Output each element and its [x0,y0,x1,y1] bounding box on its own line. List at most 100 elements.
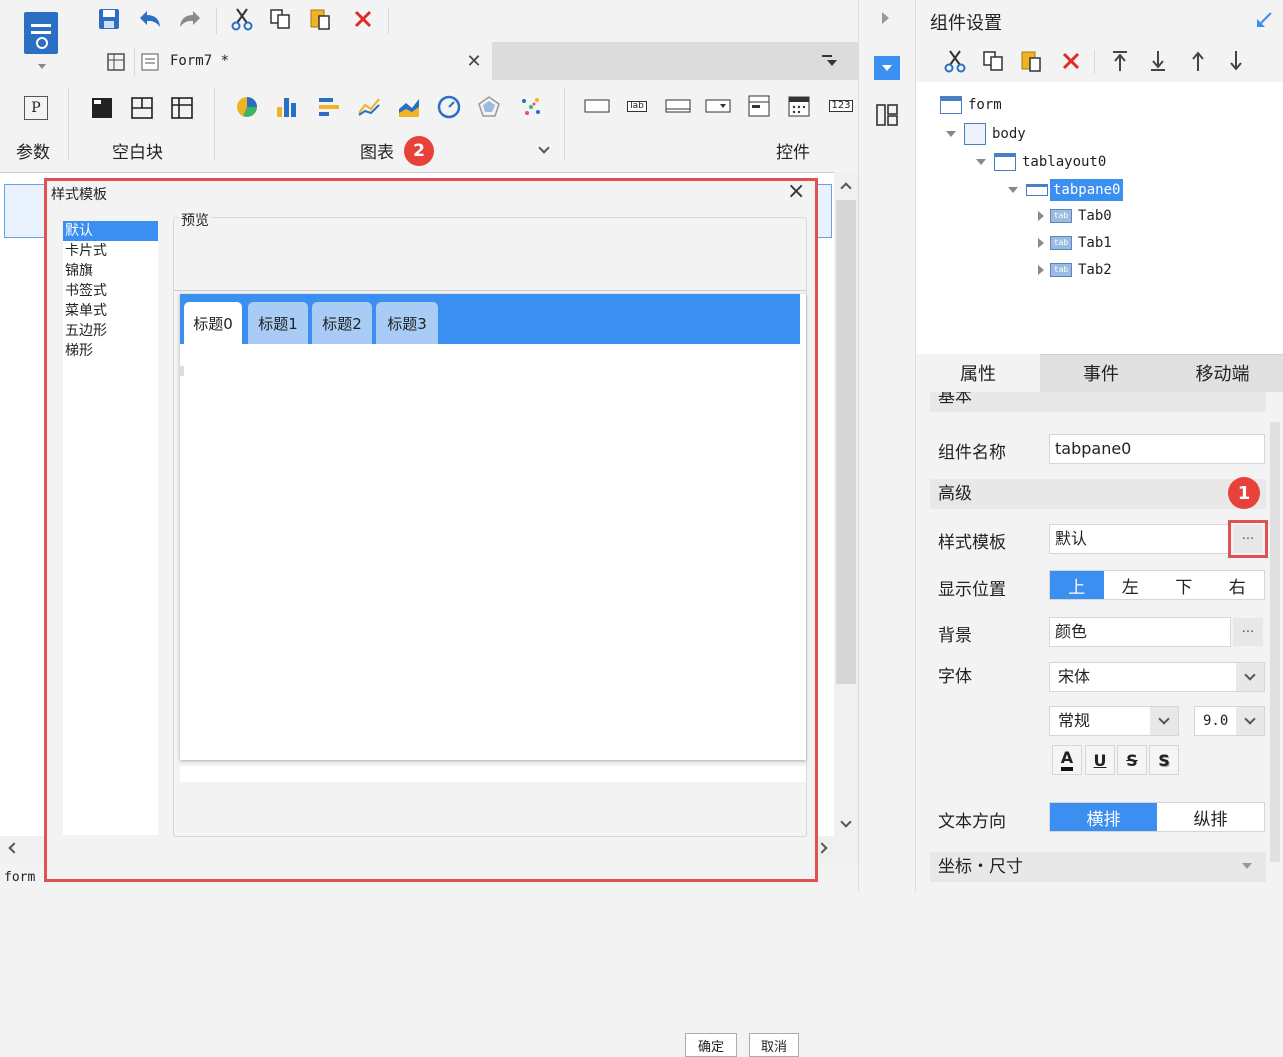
style-template-ellipsis-button[interactable]: ··· [1233,525,1263,553]
file-tab[interactable]: Form7 * ✕ [94,42,492,80]
date-widget-icon[interactable] [786,94,812,118]
redo-icon[interactable] [176,6,204,32]
tree-label-body: body [992,126,1026,142]
panel-copy-icon[interactable] [980,48,1006,74]
paste-icon[interactable] [306,6,334,32]
expand-body-icon[interactable] [946,131,956,137]
tree-node-body[interactable]: body [946,122,1026,146]
label-widget-icon[interactable]: lab [624,96,650,116]
font-size-select[interactable]: 9.0 [1194,706,1265,736]
template-item-trapezoid[interactable]: 梯形 [63,341,158,361]
tab-events[interactable]: 事件 [1040,354,1162,392]
font-color-button[interactable]: A [1052,745,1082,775]
app-menu-icon[interactable] [24,12,58,54]
template-item-card[interactable]: 卡片式 [63,241,158,261]
tree-node-tab1[interactable]: tab Tab1 [1038,231,1112,255]
tab-list-icon[interactable] [820,52,840,70]
move-bottom-icon[interactable] [1146,48,1170,74]
tab-properties[interactable]: 属性 [916,354,1040,392]
strikethrough-button[interactable]: S [1117,745,1147,775]
background-ellipsis-button[interactable]: ··· [1233,618,1263,646]
canvas-vscrollbar[interactable] [834,172,858,836]
section-advanced[interactable]: 高级 [930,479,1266,509]
position-top[interactable]: 上 [1050,571,1104,599]
radar-chart-icon[interactable] [476,94,502,120]
props-scrollbar[interactable] [1270,422,1280,862]
param-icon[interactable]: P [24,96,48,120]
text-widget-icon[interactable] [584,96,610,116]
direction-vertical[interactable]: 纵排 [1157,803,1264,831]
scroll-up-icon[interactable] [838,178,854,194]
move-down-icon[interactable] [1224,48,1248,74]
tree-node-tab0[interactable]: tab Tab0 [1038,204,1112,228]
layout-panel-icon[interactable] [874,102,900,128]
name-field[interactable]: tabpane0 [1049,434,1265,464]
position-right[interactable]: 右 [1211,571,1265,599]
shadow-button[interactable]: S [1149,745,1179,775]
component-settings-toggle[interactable] [874,56,900,80]
save-icon[interactable] [96,6,122,32]
template-item-default[interactable]: 默认 [63,221,158,241]
tree-node-form[interactable]: form [938,93,1002,117]
scatter-chart-icon[interactable] [518,94,544,120]
tree-node-tab2[interactable]: tab Tab2 [1038,258,1112,282]
list-widget-icon[interactable] [746,94,772,118]
ok-button[interactable]: 确定 [685,1033,737,1057]
position-left[interactable]: 左 [1104,571,1158,599]
direction-horizontal[interactable]: 横排 [1050,803,1157,831]
pie-chart-icon[interactable] [234,94,260,120]
tab-mobile[interactable]: 移动端 [1162,354,1283,392]
expand-tab0-icon[interactable] [1038,211,1044,221]
undo-icon[interactable] [136,6,164,32]
chart-expand-icon[interactable] [536,142,552,158]
font-style-value: 常规 [1058,711,1091,730]
template-item-bookmark[interactable]: 书签式 [63,281,158,301]
panel-paste-icon[interactable] [1018,48,1044,74]
scroll-down-icon[interactable] [838,816,854,832]
underline-button[interactable]: U [1085,745,1115,775]
template-item-menu[interactable]: 菜单式 [63,301,158,321]
bar-chart-icon[interactable] [274,94,300,120]
font-style-select[interactable]: 常规 [1049,706,1179,736]
delete-icon[interactable] [350,6,376,32]
combo-widget-icon[interactable] [704,96,732,116]
font-family-select[interactable]: 宋体 [1049,662,1265,692]
expand-tablayout-icon[interactable] [976,159,986,165]
background-field[interactable]: 颜色 [1049,617,1231,647]
close-tab-icon[interactable]: ✕ [464,52,484,72]
number-widget-icon[interactable]: 123 [826,96,856,116]
grid-icon[interactable] [104,50,128,74]
collapse-arrow-icon[interactable] [882,12,895,24]
gauge-chart-icon[interactable] [436,94,462,120]
split-block-icon[interactable] [130,96,154,120]
panel-delete-icon[interactable] [1058,48,1084,74]
input-widget-icon[interactable] [664,96,692,116]
line-chart-icon[interactable] [356,94,382,120]
template-item-pennant[interactable]: 锦旗 [63,261,158,281]
move-top-icon[interactable] [1108,48,1132,74]
expand-tab2-icon[interactable] [1038,265,1044,275]
copy-icon[interactable] [266,6,294,32]
app-menu-dropdown-icon[interactable] [38,64,46,73]
panel-cut-icon[interactable] [942,48,968,74]
cancel-button[interactable]: 取消 [749,1033,799,1057]
scroll-left-icon[interactable] [6,842,22,858]
section-coord[interactable]: 坐标・尺寸 [930,852,1266,882]
horizontal-bar-icon[interactable] [316,94,342,120]
template-item-pentagon[interactable]: 五边形 [63,321,158,341]
expand-tab1-icon[interactable] [1038,238,1044,248]
table-block-icon[interactable] [170,96,194,120]
pin-panel-icon[interactable] [1254,10,1274,30]
area-chart-icon[interactable] [396,94,422,120]
cut-icon[interactable] [228,6,256,32]
section-basic[interactable]: 基本 [930,392,1266,412]
tree-node-tablayout[interactable]: tablayout0 [976,150,1106,174]
expand-tabpane-icon[interactable] [1008,187,1018,193]
tree-node-tabpane[interactable]: tabpane0 [1008,178,1124,202]
position-bottom[interactable]: 下 [1157,571,1211,599]
dialog-close-icon[interactable]: × [787,179,805,204]
scroll-thumb[interactable] [836,200,856,684]
style-template-field[interactable]: 默认 [1049,524,1231,554]
move-up-icon[interactable] [1186,48,1210,74]
blank-block-icon[interactable] [90,96,114,120]
